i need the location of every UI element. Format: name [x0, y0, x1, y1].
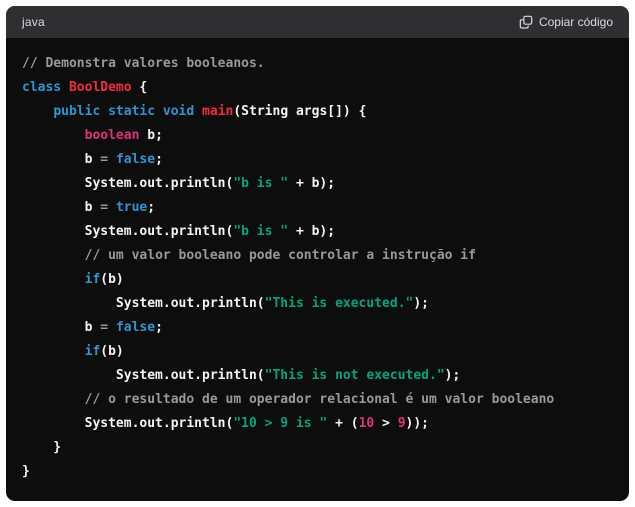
code-token: main — [202, 104, 234, 119]
code-token: (String args[]) { — [233, 104, 367, 119]
code-token: System.out.println( — [22, 224, 234, 239]
code-token: )); — [405, 416, 430, 431]
code-line: b = false; — [22, 148, 613, 172]
code-token: = — [100, 200, 109, 215]
code-token: (b) — [100, 272, 124, 287]
code-line: b = false; — [22, 316, 613, 340]
code-token: "10 > 9 is " — [233, 416, 328, 431]
code-token: BoolDemo — [68, 80, 132, 95]
code-token: System.out.println( — [22, 296, 265, 311]
code-content: // Demonstra valores booleanos. class Boo… — [6, 38, 629, 501]
code-line: // Demonstra valores booleanos. — [22, 52, 613, 76]
code-token: ; — [155, 152, 163, 167]
code-line: b = true; — [22, 196, 613, 220]
code-line: public static void main(String args[]) { — [22, 100, 613, 124]
copy-code-button[interactable]: Copiar código — [519, 11, 613, 33]
code-line: boolean b; — [22, 124, 613, 148]
code-token: System.out.println( — [22, 416, 234, 431]
code-line: System.out.println("b is " + b); — [22, 220, 613, 244]
code-token: if — [84, 344, 101, 359]
code-token: System.out.println( — [22, 368, 265, 383]
code-line: System.out.println("b is " + b); — [22, 172, 613, 196]
copy-button-label: Copiar código — [538, 15, 613, 29]
code-line: System.out.println("This is not executed… — [22, 364, 613, 388]
code-token: = — [100, 320, 109, 335]
code-line: System.out.println("10 > 9 is " + (10 > … — [22, 412, 613, 436]
code-token: b — [22, 152, 101, 167]
code-token: } — [22, 464, 30, 479]
language-label: java — [22, 15, 45, 29]
code-token: false — [115, 320, 156, 335]
code-token: void — [162, 104, 195, 119]
code-token: // Demonstra valores booleanos. — [22, 56, 265, 71]
code-token: 9 — [397, 416, 406, 431]
code-token: boolean — [84, 128, 140, 143]
code-line: System.out.println("This is executed."); — [22, 292, 613, 316]
code-token: 10 — [358, 416, 375, 431]
code-token: + b); — [288, 176, 336, 191]
code-token: class — [22, 80, 62, 95]
code-token: "b is " — [233, 176, 289, 191]
code-token: System.out.println( — [22, 176, 234, 191]
code-line: // o resultado de um operador relacional… — [22, 388, 613, 412]
code-token: + b); — [288, 224, 336, 239]
code-line: // um valor booleano pode controlar a in… — [22, 244, 613, 268]
code-token: = — [100, 152, 109, 167]
code-token: } — [22, 440, 62, 455]
code-token: { — [131, 80, 148, 95]
code-token: + ( — [327, 416, 359, 431]
code-token: ); — [444, 368, 461, 383]
code-token: b; — [139, 128, 163, 143]
code-header: java Copiar código — [6, 6, 629, 38]
code-line: } — [22, 460, 613, 484]
code-token: (b) — [100, 344, 124, 359]
code-token: if — [84, 272, 101, 287]
code-token: b — [22, 320, 101, 335]
code-token: "This is not executed." — [264, 368, 445, 383]
code-token: ; — [147, 200, 156, 215]
code-token: false — [115, 152, 156, 167]
code-block: java Copiar código // Demonstra valores … — [6, 6, 629, 501]
copy-icon — [519, 15, 533, 29]
code-token: // um valor booleano pode controlar a in… — [84, 248, 476, 263]
code-token: ); — [413, 296, 430, 311]
code-line: class BoolDemo { — [22, 76, 613, 100]
code-line: if(b) — [22, 340, 613, 364]
code-line: } — [22, 436, 613, 460]
code-token: true — [115, 200, 148, 215]
code-token: // o resultado de um operador relacional… — [84, 392, 555, 407]
code-line: if(b) — [22, 268, 613, 292]
code-token: b — [22, 200, 101, 215]
code-token: public — [53, 104, 101, 119]
code-token: > — [374, 416, 398, 431]
code-token: static — [108, 104, 156, 119]
code-token: ; — [155, 320, 163, 335]
code-token: "b is " — [233, 224, 289, 239]
code-token: "This is executed." — [264, 296, 414, 311]
